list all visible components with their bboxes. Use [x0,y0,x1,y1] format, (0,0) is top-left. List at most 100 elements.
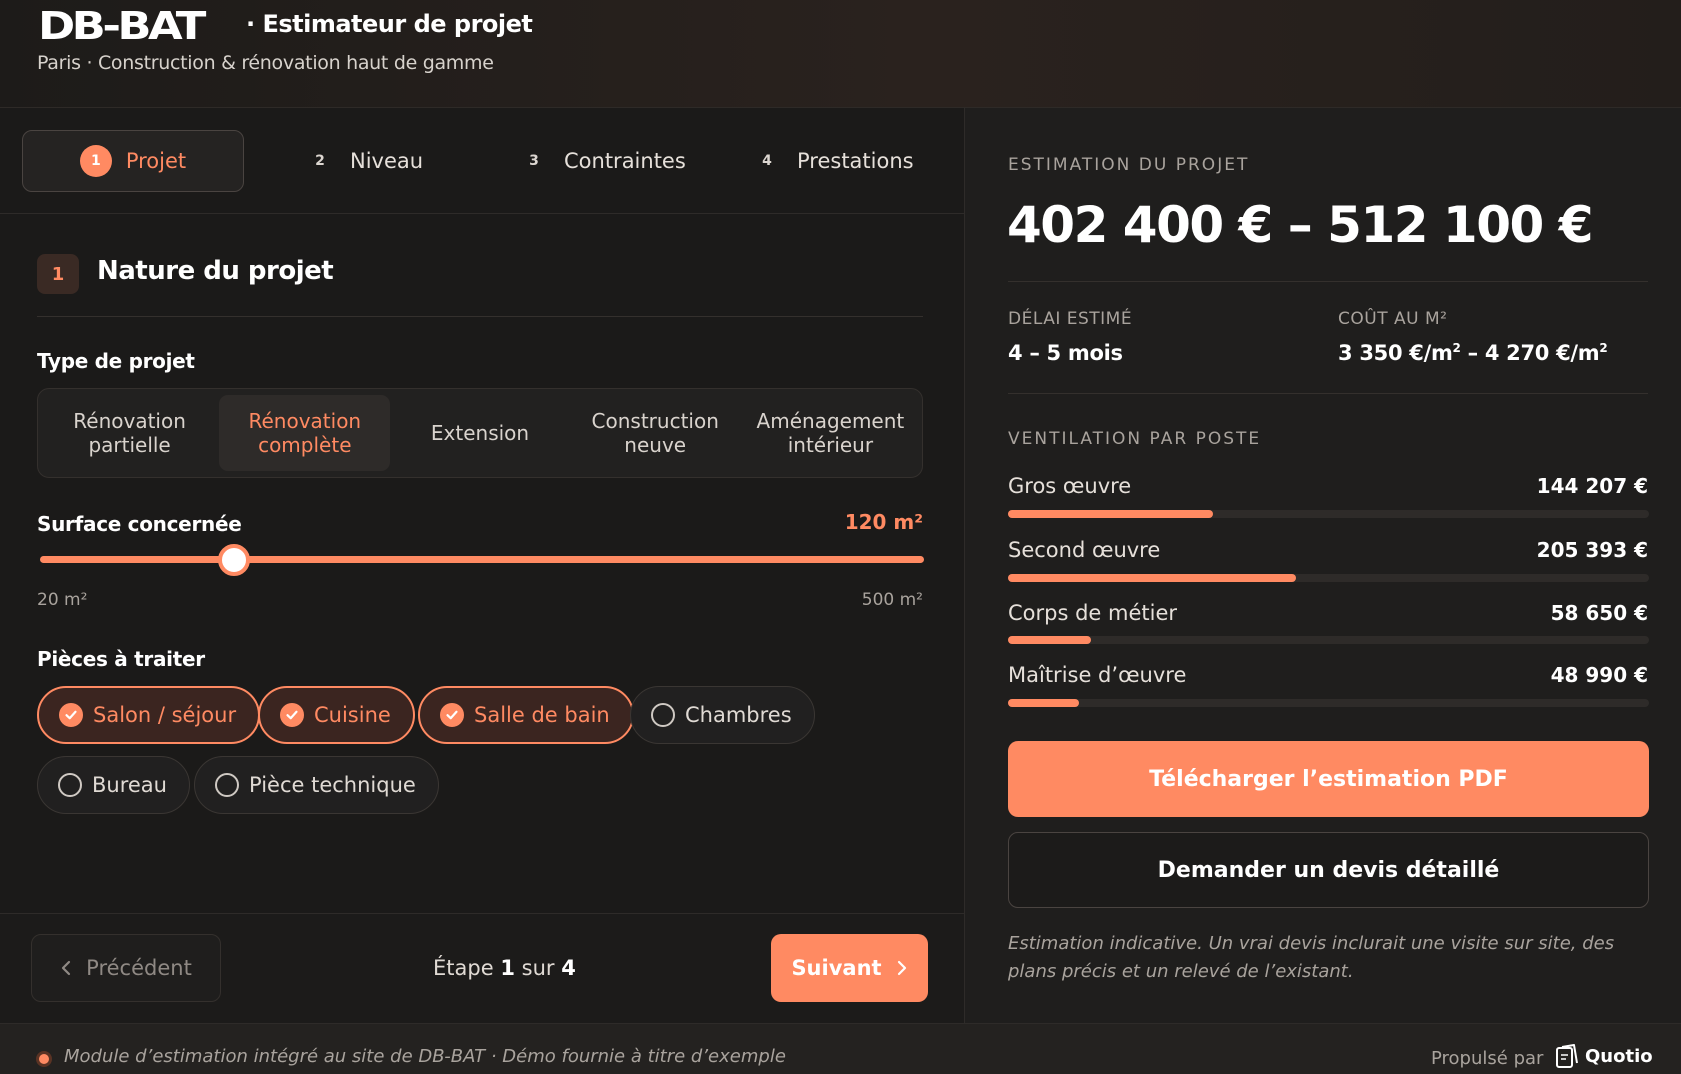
surface-label: Surface concernée [37,512,242,536]
chip-label: Salon / séjour [93,703,237,727]
poste-fill [1008,574,1297,582]
section-title: Nature du projet [97,256,334,286]
poste-name: Gros œuvre [1008,474,1132,498]
powered-by-label: Propulsé par [1431,1048,1544,1069]
step-label: Niveau [350,149,424,173]
chevron-left-icon [62,960,71,976]
app-header: DB-BAT · Estimateur de projet Paris · Co… [0,0,1681,108]
check-icon [59,703,83,727]
poste-value: 144 207 € [1536,474,1648,498]
check-icon [280,703,304,727]
unchecked-circle-icon [58,773,82,797]
request-quote-button[interactable]: Demander un devis détaillé [1008,832,1649,908]
divider [37,316,923,317]
section-number-badge: 1 [37,254,79,294]
rooms-label: Pièces à traiter [37,647,205,671]
room-chip-salle-de-bain[interactable]: Salle de bain [418,686,634,744]
step-projet[interactable]: 1 Projet [22,130,244,192]
chevron-right-icon [897,960,906,976]
disclaimer: Estimation indicative. Un vrai devis inc… [1008,933,1615,982]
step-label: Contraintes [564,149,686,173]
option-construction-neuve[interactable]: Construction neuve [570,395,741,471]
chip-label: Pièce technique [249,773,416,797]
chip-label: Chambres [685,703,792,727]
poste-value: 205 393 € [1536,538,1648,562]
project-type-label: Type de projet [37,349,195,373]
footer-note: Module d’estimation intégré au site de D… [64,1046,786,1067]
room-chip-chambres[interactable]: Chambres [630,686,815,744]
poste-bar [1008,699,1649,707]
step-number: 4 [762,153,772,169]
page-footer: Module d’estimation intégré au site de D… [0,1023,1681,1074]
chip-label: Cuisine [314,703,391,727]
quotio-logo-icon [1556,1044,1578,1068]
step-niveau[interactable]: 2 Niveau [304,130,423,192]
step-mid: sur [521,956,555,980]
chip-label: Salle de bain [474,703,610,727]
room-chip-piece-technique[interactable]: Pièce technique [194,756,439,814]
poste-bar [1008,636,1649,644]
step-prefix: Étape [433,956,494,980]
divider [1008,393,1648,394]
room-chip-bureau[interactable]: Bureau [37,756,190,814]
poste-name: Second œuvre [1008,538,1161,562]
breakdown-eyebrow: VENTILATION PAR POSTE [1008,429,1262,449]
surface-slider-thumb[interactable] [218,544,250,576]
poste-fill [1008,699,1079,707]
surface-slider-track[interactable] [40,556,924,563]
brand-name[interactable]: Quotio [1585,1046,1653,1067]
delay-value: 4 – 5 mois [1008,341,1123,365]
previous-label: Précédent [86,956,192,980]
option-extension[interactable]: Extension [394,395,565,471]
check-icon [440,703,464,727]
superscript: 2 [1452,341,1461,355]
download-pdf-button[interactable]: Télécharger l’estimation PDF [1008,741,1649,817]
step-label: Prestations [797,149,914,173]
unchecked-circle-icon [651,703,675,727]
form-panel: 1 Projet 2 Niveau 3 Contraintes 4 Presta… [0,108,964,1023]
app-title: · Estimateur de projet [246,10,533,38]
step-number: 2 [315,153,325,169]
step-label: Projet [125,149,187,173]
poste-bar [1008,574,1649,582]
poste-name: Maîtrise d’œuvre [1008,663,1187,687]
previous-button[interactable]: Précédent [31,934,221,1002]
surface-value: 120 m² [844,510,923,534]
delay-label: DÉLAI ESTIMÉ [1008,309,1133,329]
status-dot-icon [36,1051,52,1067]
superscript: 2 [1599,341,1608,355]
step-prestations[interactable]: 4 Prestations [751,130,914,192]
next-button[interactable]: Suivant [771,934,928,1002]
poste-value: 48 990 € [1550,663,1648,687]
cost-low: 3 350 €/m [1338,341,1453,365]
chip-label: Bureau [92,773,167,797]
divider [1008,281,1648,282]
step-current: 1 [500,956,515,980]
option-renovation-partielle[interactable]: Rénovation partielle [44,395,215,471]
room-chip-salon[interactable]: Salon / séjour [37,686,261,744]
unchecked-circle-icon [215,773,239,797]
app-subtitle: Paris · Construction & rénovation haut d… [37,52,494,74]
logo: DB-BAT [38,4,206,48]
cost-per-m2-label: COÛT AU M² [1338,309,1448,329]
cost-per-m2-value: 3 350 €/m2 – 4 270 €/m2 [1338,341,1608,365]
poste-fill [1008,510,1214,518]
poste-value: 58 650 € [1550,601,1648,625]
step-contraintes[interactable]: 3 Contraintes [518,130,686,192]
slider-min-label: 20 m² [37,590,88,610]
option-amenagement-interieur[interactable]: Aménagement intérieur [745,395,916,471]
step-total: 4 [561,956,576,980]
step-counter: Étape 1 sur 4 [433,956,576,980]
estimate-total: 402 400 € – 512 100 € [1007,196,1594,254]
step-number: 3 [529,153,539,169]
estimate-panel: ESTIMATION DU PROJET 402 400 € – 512 100… [964,108,1681,1023]
poste-fill [1008,636,1092,644]
option-renovation-complete[interactable]: Rénovation complète [219,395,391,471]
poste-bar [1008,510,1649,518]
poste-name: Corps de métier [1008,601,1178,625]
stepper: 1 Projet 2 Niveau 3 Contraintes 4 Presta… [0,108,964,214]
next-label: Suivant [791,956,882,980]
estimate-eyebrow: ESTIMATION DU PROJET [1008,155,1250,175]
wizard-navigation: Précédent Étape 1 sur 4 Suivant [0,913,964,1023]
room-chip-cuisine[interactable]: Cuisine [258,686,415,744]
